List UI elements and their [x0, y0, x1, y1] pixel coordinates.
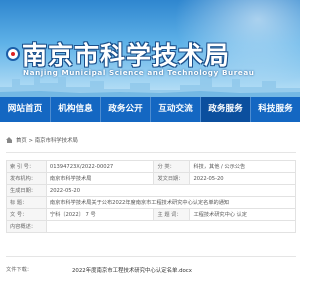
- index-value: 01394723X/2022-00027: [45, 160, 155, 173]
- attachment-label: 文件下载：: [6, 267, 32, 273]
- bureau-emblem-icon[interactable]: [6, 47, 20, 61]
- publisher-label: 发布机构：: [6, 172, 47, 185]
- table-row: 发布机构： 南京市科学技术局 发文日期： 2022-05-20: [6, 172, 296, 185]
- nav-item-gov-services[interactable]: 政务服务: [201, 97, 250, 122]
- attachment-download-link[interactable]: 2022年度南京市工程技术研究中心认定名单.docx: [72, 266, 192, 274]
- breadcrumb: 首页 > 南京市科学技术局: [6, 135, 78, 145]
- table-row: 内容概述：: [6, 220, 297, 233]
- doc-number-value: 宁科〔2022〕 7 号: [45, 208, 155, 221]
- divider: [6, 256, 296, 257]
- table-row: 索 引 号： 01394723X/2022-00027 分 类： 科技，其他 /…: [6, 160, 296, 173]
- table-row: 生成日期： 2022-05-20: [6, 184, 297, 197]
- summary-value: [45, 220, 297, 233]
- nav-item-public-affairs[interactable]: 政务公开: [101, 97, 150, 122]
- created-date-value: 2022-05-20: [45, 184, 297, 197]
- table-row: 文 号： 宁科〔2022〕 7 号 主 题 词： 工程技术研究中心 认定: [6, 208, 296, 221]
- doc-number-label: 文 号：: [6, 208, 47, 221]
- title-label: 标 题：: [6, 196, 47, 209]
- created-date-label: 生成日期：: [6, 184, 47, 197]
- site-subtitle: Nanjing Municipal Science and Technology…: [23, 68, 255, 77]
- divider: [6, 152, 296, 153]
- home-icon: [6, 137, 13, 143]
- summary-label: 内容概述：: [6, 220, 47, 233]
- title-value: 南京市科学技术局关于公布2022年度南京市工程技术研究中心认定名单的通知: [45, 196, 297, 209]
- category-value: 科技，其他 / 公示公告: [189, 160, 296, 173]
- issue-date-label: 发文日期：: [153, 172, 191, 185]
- main-nav: 网站首页 机构信息 政务公开 互动交流 政务服务 科技服务: [0, 97, 300, 122]
- nav-item-tech-services[interactable]: 科技服务: [251, 97, 300, 122]
- keywords-value: 工程技术研究中心 认定: [189, 208, 296, 221]
- breadcrumb-text[interactable]: 首页 > 南京市科学技术局: [16, 136, 78, 144]
- table-row: 标 题： 南京市科学技术局关于公布2022年度南京市工程技术研究中心认定名单的通…: [6, 196, 297, 209]
- category-label: 分 类：: [153, 160, 191, 173]
- site-title[interactable]: 南京市科学技术局: [22, 36, 230, 72]
- document-info-table: 索 引 号： 01394723X/2022-00027 分 类： 科技，其他 /…: [6, 160, 297, 233]
- nav-item-home[interactable]: 网站首页: [0, 97, 50, 122]
- site-banner: 南京市科学技术局 Nanjing Municipal Science and T…: [0, 0, 300, 97]
- keywords-label: 主 题 词：: [153, 208, 191, 221]
- publisher-value: 南京市科学技术局: [45, 172, 155, 185]
- index-label: 索 引 号：: [6, 160, 47, 173]
- nav-item-interaction[interactable]: 互动交流: [151, 97, 200, 122]
- issue-date-value: 2022-05-20: [189, 172, 296, 185]
- nav-item-organization[interactable]: 机构信息: [51, 97, 100, 122]
